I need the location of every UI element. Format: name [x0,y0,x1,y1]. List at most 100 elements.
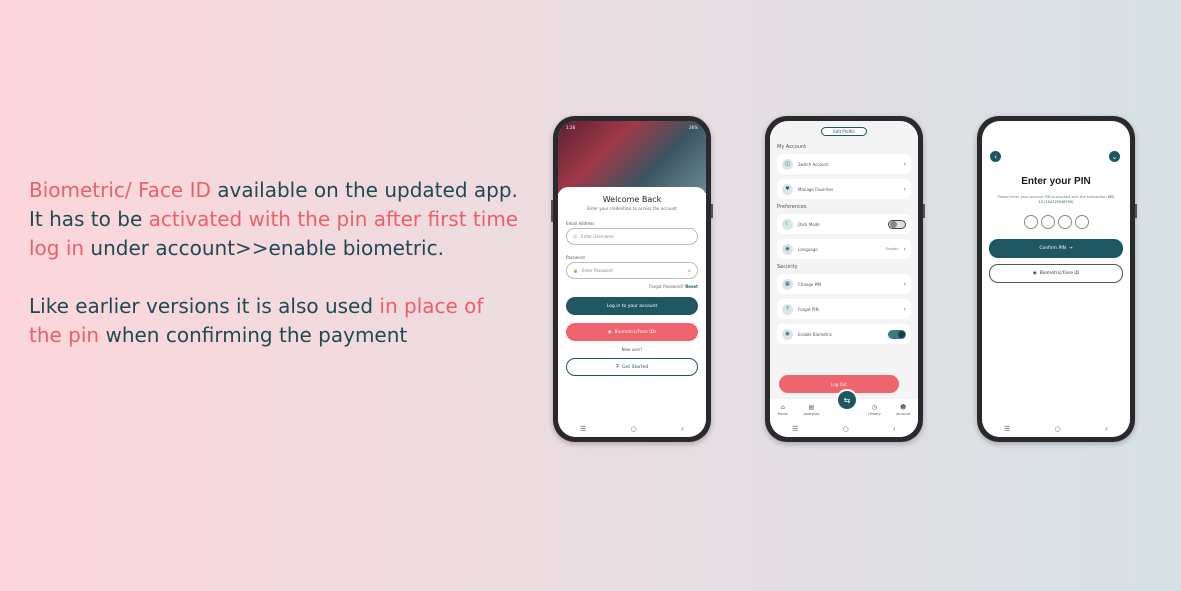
tab-account[interactable]: ☻ Account [896,404,910,416]
tab-analytics[interactable]: ▤ Analytics [803,404,819,416]
edit-profile-button[interactable]: Edit Profile [821,127,867,136]
globe-icon: ◉ [782,243,793,255]
dark-mode-row: ☾ Dark Mode [777,214,911,234]
chevron-down-icon: ⌄ [1111,152,1118,161]
manage-favorites-row[interactable]: ♥ Manage Favorites › [777,179,911,199]
power-button [923,204,925,218]
switch-account-row[interactable]: ◫ Switch Account › [777,154,911,174]
biometric-pin-button[interactable]: ◉ Biometric/Face ID [989,264,1123,283]
bar-chart-icon: ▤ [808,404,815,411]
pin-title: Enter your PIN [1021,176,1091,187]
chevron-left-icon: ‹ [994,152,997,161]
reset-link[interactable]: Reset [685,284,698,289]
home-icon[interactable]: ○ [1055,425,1061,433]
switch-account-label: Switch Account [798,161,829,167]
recents-icon[interactable]: ☰ [792,425,798,433]
change-pin-row[interactable]: ▦ Change PIN › [777,274,911,294]
password-field[interactable]: 🔒 Enter Password ⊘ [566,262,698,279]
login-card: Welcome Back Enter your credentials to a… [558,187,706,421]
pin-input-dots[interactable] [982,215,1130,229]
description-paragraph-1: Biometric/ Face ID available on the upda… [29,176,519,263]
email-field[interactable]: ☺ Enter Username [566,228,698,245]
pin-digit-2[interactable] [1040,215,1055,229]
system-navbar: ☰ ○ ‹ [982,421,1130,437]
enable-biometric-row: ◉ Enable Biometric [777,324,911,344]
pin-digit-4[interactable] [1074,215,1089,229]
section-security: Security [777,264,798,270]
dark-mode-label: Dark Mode [798,221,820,227]
confirm-pin-button[interactable]: Confirm PIN → [989,239,1123,258]
email-placeholder: Enter Username [581,234,614,239]
tab-home-label: Home [777,412,789,416]
question-icon: ? [782,303,793,315]
dark-mode-toggle[interactable] [888,219,906,229]
chevron-right-icon: › [903,185,906,193]
lock-icon: 🔒 [573,268,578,273]
section-my-account: My Account [777,144,807,150]
tab-history[interactable]: ◷ History [868,404,880,416]
status-bar: 1:28 26% [566,125,698,130]
recents-icon[interactable]: ☰ [580,425,586,433]
logout-button[interactable]: Log Out [779,375,899,393]
biometric-login-button[interactable]: ◉ Biometric/Face IDs [566,323,698,341]
pin-header: ‹ ⌄ [982,121,1130,162]
home-icon[interactable]: ○ [843,425,849,433]
collapse-button[interactable]: ⌄ [1109,151,1120,162]
confirm-pin-label: Confirm PIN [1039,246,1066,251]
chevron-right-icon: › [903,280,906,288]
forgot-pin-row[interactable]: ? Forgot PIN › [777,299,911,319]
person-icon: ☻ [900,404,907,411]
chevron-right-icon: › [903,305,906,313]
tab-account-label: Account [896,412,911,416]
pin-subtitle-text: Please enter your account PIN to proceed… [997,195,1107,199]
fingerprint-icon: ◉ [607,329,612,335]
moon-icon: ☾ [782,218,793,230]
home-icon[interactable]: ○ [631,425,637,433]
phone-account: Edit Profile My Account ◫ Switch Account… [765,116,925,442]
power-button [1135,204,1137,218]
highlight-biometric: Biometric/ Face ID [29,178,211,202]
login-screen: 1:28 26% Welcome Back Enter your credent… [558,121,706,437]
login-header-image: 1:28 26% [558,121,706,193]
language-row[interactable]: ◉ Language English › [777,239,911,259]
back-button[interactable]: ‹ [990,151,1001,162]
status-battery: 26% [689,125,698,130]
pin-digit-1[interactable] [1023,215,1038,229]
tab-home[interactable]: ⌂ Home [778,404,788,416]
back-icon[interactable]: ‹ [1105,425,1108,433]
language-value: English [885,247,899,251]
new-user-text: New user? [621,347,643,352]
get-started-button[interactable]: ⛨ Get Started [566,358,698,376]
back-icon[interactable]: ‹ [681,425,684,433]
keypad-icon: ▦ [782,278,793,290]
text-under-account: under account>>enable biometric. [84,236,444,260]
description-text: Biometric/ Face ID available on the upda… [29,176,519,350]
pin-digit-3[interactable] [1057,215,1072,229]
phone-enter-pin: ‹ ⌄ Enter your PIN Please enter your acc… [977,116,1137,442]
enable-biometric-toggle[interactable] [888,329,906,339]
arrow-right-icon: → [1068,246,1073,251]
chevron-right-icon: › [903,245,906,253]
switch-account-icon: ◫ [782,158,793,170]
fingerprint-icon: ◉ [1032,271,1037,276]
fingerprint-icon: ◉ [782,328,793,340]
pin-actions: Confirm PIN → ◉ Biometric/Face ID [982,239,1130,283]
tab-analytics-label: Analytics [803,412,820,416]
recents-icon[interactable]: ☰ [1004,425,1010,433]
password-placeholder: Enter Password [581,268,613,273]
swap-arrows-icon: ⇆ [843,395,851,405]
text-like-earlier: Like earlier versions it is also used [29,294,380,318]
power-button [711,204,713,218]
account-screen: Edit Profile My Account ◫ Switch Account… [770,121,918,437]
system-navbar: ☰ ○ ‹ [770,421,918,437]
back-icon[interactable]: ‹ [893,425,896,433]
shield-check-icon: ⛨ [615,365,620,370]
tab-history-label: History [868,412,881,416]
transfer-fab-button[interactable]: ⇆ [836,389,858,411]
enter-pin-screen: ‹ ⌄ Enter your PIN Please enter your acc… [982,121,1130,437]
language-label: Language [798,246,818,252]
status-time: 1:28 [566,125,575,130]
text-when-confirming: when confirming the payment [99,323,408,347]
eye-off-icon[interactable]: ⊘ [688,268,691,273]
login-button[interactable]: Log in to your account [566,297,698,315]
